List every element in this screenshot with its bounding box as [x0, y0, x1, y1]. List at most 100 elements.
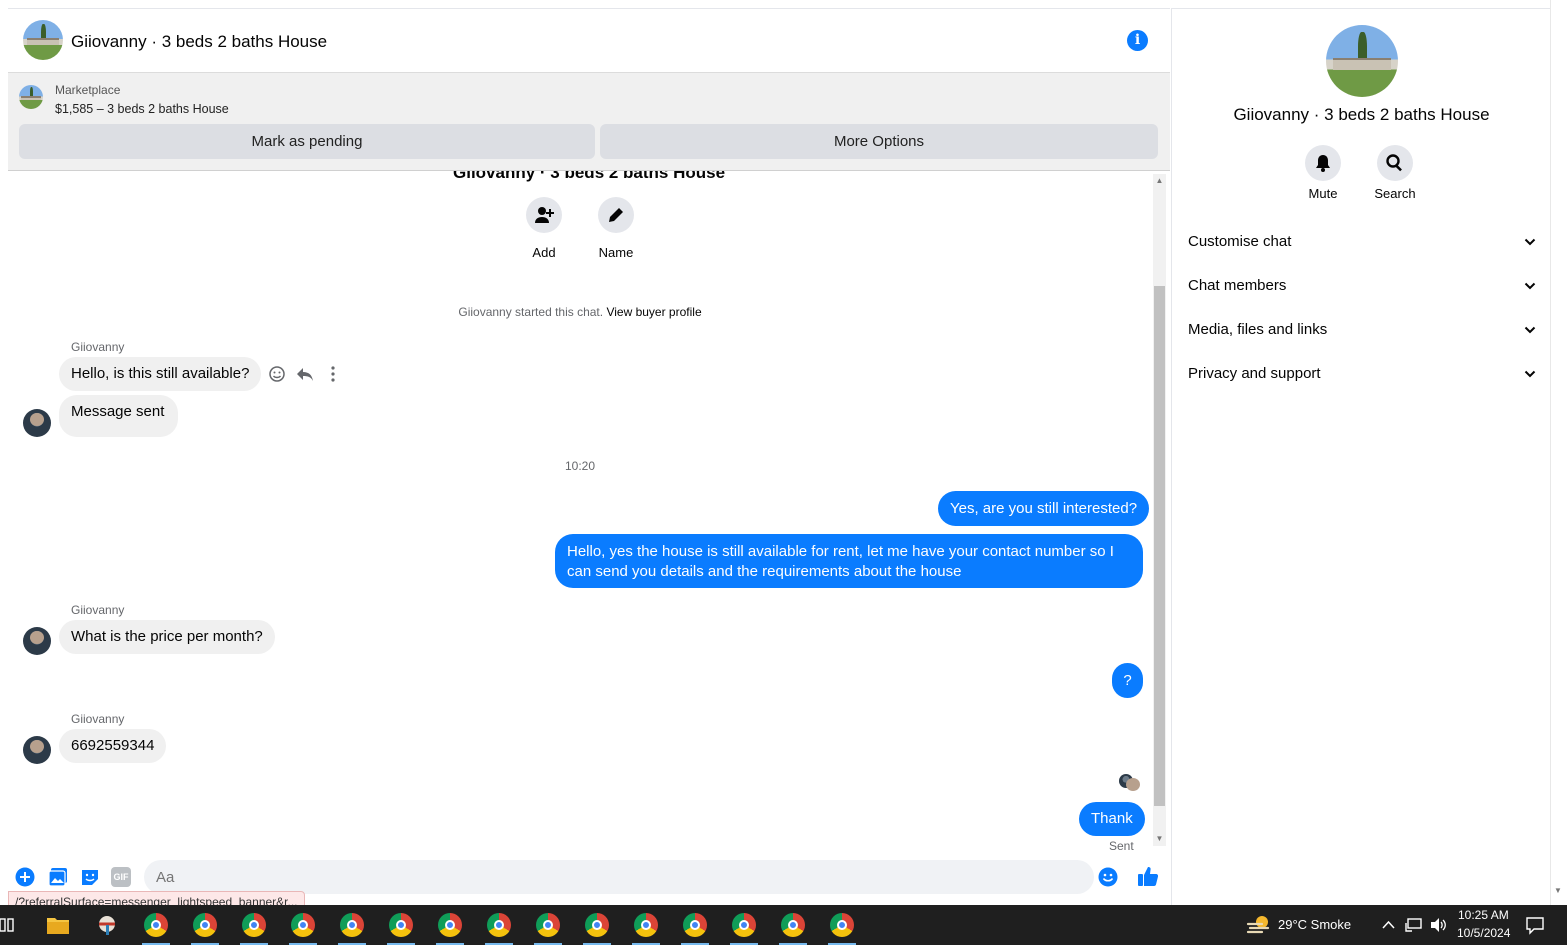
search-icon: [1386, 154, 1402, 172]
view-buyer-profile-link[interactable]: View buyer profile: [606, 305, 701, 319]
chrome-window-icon[interactable]: [389, 913, 413, 937]
clock-date[interactable]: 10/5/2024: [1457, 926, 1510, 940]
listing-thumbnail[interactable]: [19, 85, 43, 109]
listing-avatar[interactable]: [23, 20, 63, 60]
gif-icon[interactable]: GIF: [111, 867, 131, 887]
sender-name: Giiovanny: [71, 340, 125, 354]
info-icon[interactable]: i: [1127, 30, 1148, 51]
sent-status: Sent: [1109, 839, 1134, 851]
mute-button[interactable]: [1305, 145, 1341, 181]
incoming-message[interactable]: Message sent: [59, 395, 179, 437]
page-scrollbar[interactable]: ▼: [1550, 0, 1567, 905]
mark-as-pending-button[interactable]: Mark as pending: [19, 124, 595, 159]
chat-title[interactable]: Giiovanny · 3 beds 2 baths House: [71, 32, 327, 52]
sticker-icon[interactable]: [80, 867, 100, 887]
chrome-window-icon[interactable]: [536, 913, 560, 937]
chat-info-panel: Giiovanny · 3 beds 2 baths House Mute Se…: [1171, 8, 1550, 905]
row-label: Chat members: [1188, 277, 1287, 294]
chrome-window-icon[interactable]: [781, 913, 805, 937]
row-label: Privacy and support: [1188, 365, 1321, 382]
panel-title: Giiovanny · 3 beds 2 baths House: [1233, 105, 1490, 124]
row-label: Customise chat: [1188, 233, 1292, 250]
message-input[interactable]: [144, 860, 1094, 894]
windows-taskbar: 29°C Smoke 10:25 AM 10/5/2024: [0, 905, 1567, 945]
thumbs-up-icon[interactable]: [1137, 865, 1159, 887]
file-explorer-icon[interactable]: [46, 913, 70, 937]
outgoing-message[interactable]: Hello, yes the house is still available …: [555, 534, 1143, 588]
outgoing-message[interactable]: ?: [1112, 663, 1143, 698]
search-button[interactable]: [1377, 145, 1413, 181]
incoming-message[interactable]: 6692559344: [59, 729, 167, 763]
name-label: Name: [598, 245, 634, 260]
pencil-icon: [609, 208, 623, 222]
listing-summary[interactable]: $1,585 – 3 beds 2 baths House: [55, 102, 229, 116]
sender-name: Giiovanny: [71, 603, 125, 617]
message-line: can send you details and the requirement…: [567, 563, 962, 580]
more-options-button[interactable]: More Options: [600, 124, 1158, 159]
weather-smoke-icon[interactable]: [1246, 914, 1272, 936]
scroll-thumb[interactable]: [1154, 286, 1165, 806]
add-member-button[interactable]: [526, 197, 562, 233]
chrome-window-icon[interactable]: [683, 913, 707, 937]
chrome-window-icon[interactable]: [732, 913, 756, 937]
chrome-window-icon[interactable]: [830, 913, 854, 937]
chat-started-notice: Giiovanny started this chat. View buyer …: [8, 305, 1152, 319]
chrome-window-icon[interactable]: [487, 913, 511, 937]
sender-avatar[interactable]: [23, 409, 51, 437]
add-person-icon: [535, 207, 554, 223]
chrome-window-icon[interactable]: [438, 913, 462, 937]
chrome-window-icon[interactable]: [193, 913, 217, 937]
volume-icon[interactable]: [1430, 917, 1448, 933]
intro-title: Giiovanny · 3 beds 2 baths House: [453, 171, 726, 182]
photo-icon[interactable]: [48, 867, 68, 887]
chat-members-row[interactable]: Chat members: [1188, 271, 1536, 301]
chevron-up-icon[interactable]: [1382, 919, 1395, 931]
clock-time[interactable]: 10:25 AM: [1458, 908, 1509, 922]
notifications-icon[interactable]: [1525, 915, 1545, 935]
sender-avatar[interactable]: [23, 627, 51, 655]
seen-avatar: [1119, 774, 1140, 791]
row-label: Media, files and links: [1188, 321, 1328, 338]
timestamp-separator: 10:20: [564, 459, 596, 473]
outgoing-message[interactable]: Thank: [1079, 802, 1145, 836]
more-vertical-icon[interactable]: [324, 365, 342, 383]
chrome-window-icon[interactable]: [291, 913, 315, 937]
chat-column: Giiovanny · 3 beds 2 baths House i Marke…: [8, 8, 1170, 913]
bell-icon: [1316, 155, 1330, 172]
task-view-icon[interactable]: [0, 917, 14, 933]
customise-chat-row[interactable]: Customise chat: [1188, 227, 1536, 257]
search-label: Search: [1374, 186, 1416, 201]
name-chat-button[interactable]: [598, 197, 634, 233]
app-icon[interactable]: [95, 913, 119, 937]
chrome-window-icon[interactable]: [144, 913, 168, 937]
plus-icon[interactable]: [15, 867, 35, 887]
mute-label: Mute: [1308, 186, 1338, 201]
chrome-window-icon[interactable]: [585, 913, 609, 937]
chrome-window-icon[interactable]: [340, 913, 364, 937]
incoming-message[interactable]: What is the price per month?: [59, 620, 275, 654]
scroll-down-arrow[interactable]: ▼: [1154, 834, 1165, 844]
incoming-message[interactable]: Hello, is this still available?: [59, 357, 262, 391]
chrome-window-icon[interactable]: [242, 913, 266, 937]
add-label: Add: [532, 245, 556, 260]
chevron-down-icon: [1524, 238, 1536, 246]
sender-avatar[interactable]: [23, 736, 51, 764]
reply-icon[interactable]: [296, 365, 314, 383]
chrome-window-icon[interactable]: [634, 913, 658, 937]
message-list[interactable]: Giiovanny · 3 beds 2 baths House Add Nam…: [8, 171, 1170, 851]
page-scroll-down-arrow[interactable]: ▼: [1554, 886, 1562, 895]
chevron-down-icon: [1524, 326, 1536, 334]
network-icon[interactable]: [1405, 917, 1423, 933]
chat-header: Giiovanny · 3 beds 2 baths House i: [8, 9, 1170, 73]
emoji-icon[interactable]: [1098, 867, 1118, 887]
message-scrollbar[interactable]: ▲ ▼: [1153, 174, 1166, 846]
media-files-links-row[interactable]: Media, files and links: [1188, 315, 1536, 345]
outgoing-message[interactable]: Yes, are you still interested?: [938, 491, 1150, 526]
marketplace-label: Marketplace: [55, 83, 121, 97]
sender-name: Giiovanny: [71, 712, 125, 726]
scroll-up-arrow[interactable]: ▲: [1154, 176, 1165, 186]
privacy-support-row[interactable]: Privacy and support: [1188, 359, 1536, 389]
listing-avatar-large[interactable]: [1326, 25, 1398, 97]
weather-text[interactable]: 29°C Smoke: [1278, 917, 1351, 932]
react-smiley-icon[interactable]: [268, 365, 286, 383]
